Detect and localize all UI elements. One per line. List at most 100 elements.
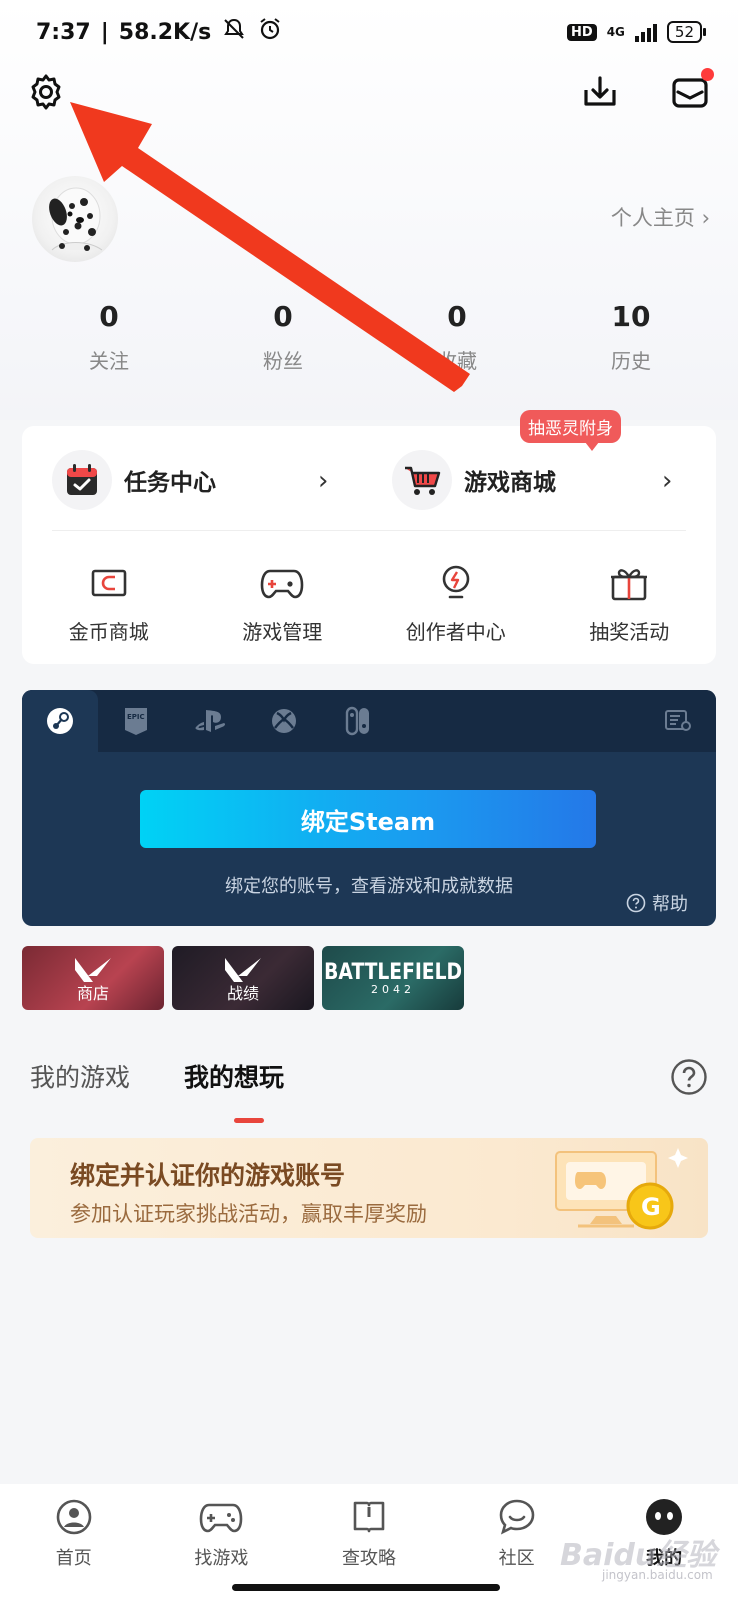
nav-guides[interactable]: 查攻略 — [295, 1484, 443, 1600]
bind-steam-button[interactable]: 绑定Steam — [140, 790, 596, 848]
dalmatian-avatar-image — [49, 187, 103, 251]
chat-bubble-icon — [494, 1494, 540, 1540]
personal-homepage-label: 个人主页 › — [610, 206, 710, 230]
stat-value: 10 — [611, 300, 651, 333]
gear-icon — [31, 74, 61, 110]
download-button[interactable] — [578, 70, 622, 114]
nav-find-games[interactable]: 找游戏 — [148, 1484, 296, 1600]
bind-subtitle: 绑定您的账号，查看游戏和成就数据 — [225, 876, 513, 897]
steam-icon — [47, 708, 73, 734]
nav-label: 查攻略 — [341, 1548, 396, 1569]
nav-label: 找游戏 — [194, 1548, 249, 1569]
status-separator: | — [100, 19, 109, 45]
alarm-clock-icon — [257, 16, 283, 48]
stat-label: 历史 — [611, 349, 651, 373]
creator-bulb-icon — [433, 560, 479, 606]
tab-steam[interactable] — [22, 690, 98, 752]
stat-value: 0 — [273, 300, 293, 333]
profile-stats: 0 关注 0 粉丝 0 收藏 10 历史 — [0, 300, 738, 374]
stat-label: 关注 — [89, 349, 129, 373]
stat-followers[interactable]: 0 粉丝 — [196, 300, 370, 374]
status-bar: 7:37 | 58.2K/s HD 4G 52 — [0, 0, 738, 64]
bind-account-promo-banner[interactable]: 绑定并认证你的游戏账号 参加认证玩家挑战活动，赢取丰厚奖励 G — [30, 1138, 708, 1238]
task-center-entry[interactable]: 任务中心 — [52, 450, 216, 510]
game-tabs: 我的游戏 我的想玩 — [30, 1058, 284, 1094]
question-circle-icon — [626, 893, 646, 913]
coin-wallet-icon — [86, 560, 132, 606]
download-icon — [584, 76, 616, 106]
unread-dot — [701, 68, 714, 81]
tab-playstation[interactable] — [172, 690, 248, 752]
account-card-icon — [665, 710, 691, 731]
svg-text:EPIC: EPIC — [127, 713, 145, 721]
grid-item-coin-store[interactable]: 金币商城 — [22, 546, 196, 645]
hd-badge: HD — [567, 23, 597, 41]
stat-history[interactable]: 10 历史 — [544, 300, 718, 374]
stat-value: 0 — [447, 300, 467, 333]
task-center-icon-wrap — [52, 450, 112, 510]
thumb-valorant-store[interactable]: 商店 — [22, 946, 164, 1010]
gamepad-icon — [198, 1494, 244, 1540]
tab-my-wishlist[interactable]: 我的想玩 — [184, 1058, 284, 1094]
signal-icon — [634, 22, 657, 42]
home-indicator[interactable] — [232, 1584, 500, 1591]
grid-item-label: 金币商城 — [68, 620, 149, 644]
thumb-battlefield[interactable]: BATTLEFIELD 2042 — [322, 946, 464, 1010]
task-center-label: 任务中心 — [124, 470, 216, 496]
stat-value: 0 — [99, 300, 119, 333]
monitor-coin-illustration: G — [555, 1148, 688, 1230]
epic-icon: EPIC — [125, 708, 147, 735]
nav-home[interactable]: 首页 — [0, 1484, 148, 1600]
tab-epic[interactable]: EPIC — [98, 690, 174, 752]
shopping-cart-icon — [405, 466, 441, 495]
account-settings-tab[interactable] — [640, 690, 716, 752]
grid-item-label: 抽奖活动 — [589, 620, 670, 644]
stat-favorites[interactable]: 0 收藏 — [370, 300, 544, 374]
settings-gear-button[interactable] — [24, 70, 68, 114]
tab-xbox[interactable] — [246, 690, 322, 752]
active-tab-indicator — [234, 1118, 264, 1123]
grid-item-label: 游戏管理 — [242, 620, 323, 644]
xbox-icon — [272, 709, 296, 733]
feature-grid: 金币商城 游戏管理 创作者中心 抽奖活动 — [22, 546, 716, 645]
chevron-right-icon: › — [318, 466, 329, 496]
tab-switch[interactable] — [320, 690, 396, 752]
help-label: 帮助 — [652, 894, 688, 915]
grid-item-label: 创作者中心 — [405, 620, 506, 644]
question-circle-icon — [671, 1059, 707, 1095]
promo-title: 绑定并认证你的游戏账号 — [70, 1161, 346, 1190]
gamepad-icon — [259, 560, 305, 606]
promo-subtitle: 参加认证玩家挑战活动，赢取丰厚奖励 — [70, 1202, 427, 1226]
status-right: HD 4G 52 — [567, 21, 707, 43]
platform-tabs: EPIC — [22, 690, 716, 752]
calendar-check-icon — [67, 464, 97, 495]
book-icon — [346, 1494, 392, 1540]
thumb-valorant-record[interactable]: 战绩 — [172, 946, 314, 1010]
tab-my-games[interactable]: 我的游戏 — [30, 1058, 130, 1094]
lottery-promo-bubble: 抽恶灵附身 — [520, 410, 621, 451]
grid-item-game-manage[interactable]: 游戏管理 — [196, 546, 370, 645]
quick-entry-card: 任务中心 › 游戏商城 › 金币商城 游戏管理 创作者中心 抽奖活动 抽恶灵附身 — [22, 410, 716, 664]
help-link[interactable]: 帮助 — [626, 890, 688, 916]
game-store-icon-wrap — [392, 450, 452, 510]
game-thumbnails: 商店 战绩 BATTLEFIELD 2042 — [22, 946, 464, 1010]
status-speed: 58.2K/s — [118, 19, 212, 45]
game-store-entry[interactable]: 游戏商城 — [392, 450, 556, 510]
help-button[interactable] — [670, 1058, 708, 1096]
game-store-label: 游戏商城 — [464, 470, 556, 496]
stat-label: 收藏 — [437, 349, 477, 373]
svg-text:G: G — [641, 1193, 661, 1221]
platform-binding-panel: EPIC 绑定Steam 绑定您的账号，查看游戏和成就数据 帮助 — [22, 690, 716, 926]
status-time: 7:37 — [36, 19, 91, 45]
grid-item-creator-center[interactable]: 创作者中心 — [369, 546, 543, 645]
personal-homepage-link[interactable]: 个人主页 › — [611, 202, 710, 232]
card-divider — [52, 530, 686, 531]
network-type: 4G — [606, 25, 625, 39]
battlefield-title: BATTLEFIELD — [324, 960, 462, 985]
switch-icon — [345, 706, 369, 736]
home-icon — [51, 1494, 97, 1540]
stat-following[interactable]: 0 关注 — [22, 300, 196, 374]
grid-item-lottery[interactable]: 抽奖活动 — [543, 546, 717, 645]
avatar[interactable] — [32, 176, 118, 262]
message-button[interactable] — [668, 68, 714, 114]
